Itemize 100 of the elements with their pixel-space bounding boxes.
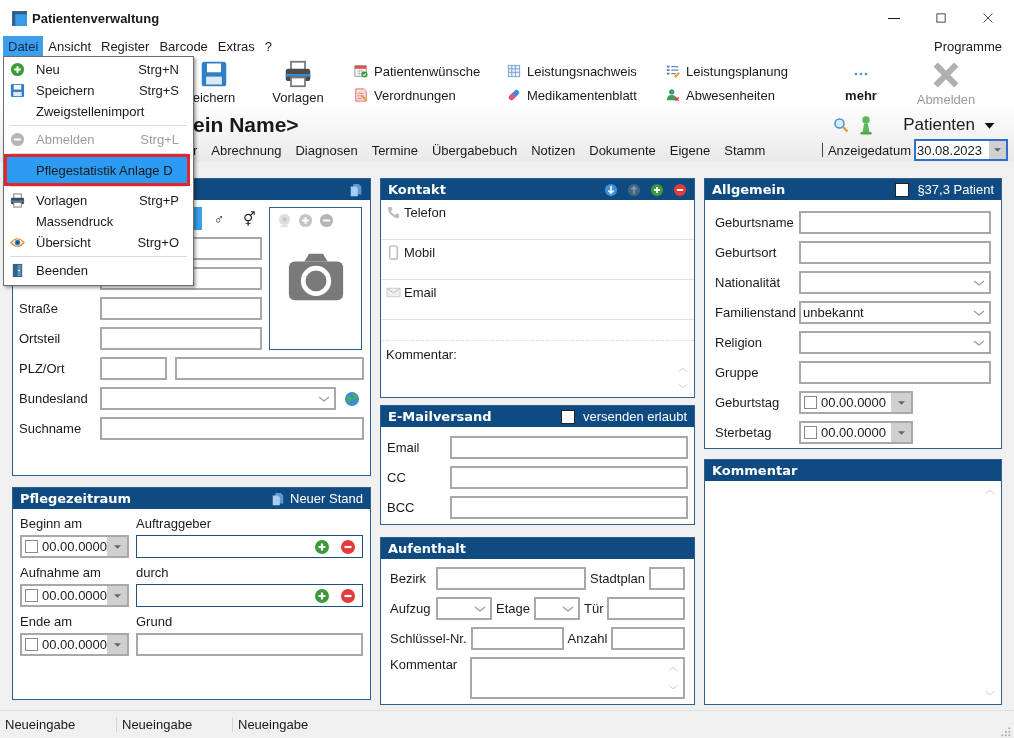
dropdown-button[interactable]	[107, 635, 127, 654]
dropdown-field[interactable]	[799, 331, 991, 354]
menu-item[interactable]: Zweigstellenimport	[4, 101, 193, 122]
text-field[interactable]	[100, 297, 262, 320]
text-field[interactable]	[100, 417, 364, 440]
tab[interactable]: Notizen	[524, 140, 583, 160]
dropdown-button[interactable]	[107, 537, 127, 556]
module-dropdown[interactable]: Patienten	[903, 115, 996, 135]
checkbox[interactable]	[804, 426, 817, 439]
checkbox[interactable]	[560, 409, 575, 424]
menu-item[interactable]: Datei	[3, 36, 44, 56]
toolbar-link[interactable]: Abwesenheiten	[666, 83, 836, 107]
menu-item[interactable]: Extras	[212, 36, 260, 56]
globe-icon[interactable]	[344, 390, 360, 407]
text-field[interactable]	[607, 597, 685, 620]
dropdown-button[interactable]	[891, 423, 911, 442]
dropdown-button[interactable]	[989, 141, 1006, 159]
text-field[interactable]	[799, 361, 991, 384]
remove-icon[interactable]	[340, 538, 356, 555]
field-label: Nationalität	[715, 275, 782, 290]
dropdown-field[interactable]: unbekannt	[799, 301, 991, 324]
text-field[interactable]	[649, 567, 685, 590]
field-label: Geburtsort	[715, 245, 778, 260]
date-field[interactable]: 00.00.0000	[20, 633, 129, 656]
date-field[interactable]: 00.00.0000	[799, 391, 913, 414]
search-icon[interactable]	[833, 117, 850, 133]
toolbar-link[interactable]: Verordnungen	[354, 83, 507, 107]
menu-item[interactable]: Übersicht Strg+O	[4, 232, 193, 253]
lookup-field[interactable]	[136, 535, 363, 558]
dropdown-field[interactable]	[534, 597, 580, 620]
remove-icon[interactable]	[340, 587, 356, 604]
envelope-icon	[386, 285, 401, 300]
tab[interactable]: Übergabebuch	[424, 140, 525, 160]
toolbar-link[interactable]: Leistungsplanung	[666, 59, 836, 83]
text-field[interactable]	[100, 327, 262, 350]
date-field[interactable]: 00.00.0000	[20, 535, 129, 558]
menu-item[interactable]: Barcode	[154, 36, 213, 56]
dropdown-field[interactable]	[799, 271, 991, 294]
date-field[interactable]: 00.00.0000	[20, 584, 129, 607]
checkbox[interactable]	[25, 540, 38, 553]
list-icon	[666, 64, 680, 78]
menu-item[interactable]: Massendruck	[4, 211, 193, 232]
checkbox[interactable]	[25, 589, 38, 602]
text-field[interactable]	[611, 627, 685, 650]
text-field[interactable]	[470, 627, 564, 650]
programs-menu[interactable]: Programme	[934, 38, 1002, 54]
toolbar-button[interactable]: Vorlagen	[268, 56, 328, 112]
text-field[interactable]	[436, 567, 587, 590]
toolbar-link[interactable]: Patientenwünsche	[354, 59, 507, 83]
field-label: Schlüssel-Nr.	[390, 631, 467, 646]
lookup-field[interactable]	[136, 584, 363, 607]
dropdown-field[interactable]	[100, 387, 336, 410]
date-field[interactable]: 30.08.2023	[914, 139, 1008, 161]
field-label: Aufnahme am	[20, 565, 102, 581]
text-field[interactable]	[450, 466, 688, 489]
gender-button[interactable]: ♂	[206, 207, 232, 230]
field-label: Email	[387, 440, 421, 455]
checkbox[interactable]	[25, 638, 38, 651]
gender-button[interactable]: ⚥	[236, 207, 262, 230]
app-icon	[11, 9, 28, 27]
text-field[interactable]	[450, 496, 688, 519]
text-field[interactable]	[450, 436, 688, 459]
menu-item[interactable]: Beenden	[4, 260, 193, 281]
menu-item[interactable]: Speichern Strg+S	[4, 80, 193, 101]
copy-icon[interactable]	[349, 182, 363, 197]
text-field[interactable]	[136, 633, 363, 656]
menu-item[interactable]: Pflegestatistik Anlage D	[7, 157, 187, 183]
checkbox[interactable]	[895, 182, 910, 197]
text-area[interactable]	[470, 657, 685, 699]
toolbar-link[interactable]: Leistungsnachweis	[507, 59, 666, 83]
text-field[interactable]	[100, 357, 167, 380]
text-field[interactable]	[799, 211, 991, 234]
text-field[interactable]	[175, 357, 364, 380]
dropdown-field[interactable]	[436, 597, 492, 620]
menu-item[interactable]: Ansicht	[43, 36, 96, 56]
person-icon	[666, 88, 680, 102]
field-label: PLZ/Ort	[19, 361, 66, 376]
close-icon	[981, 12, 994, 24]
tab[interactable]: Abrechnung	[204, 140, 289, 160]
tab[interactable]: Eigene	[662, 140, 718, 160]
menu-item[interactable]: Vorlagen Strg+P	[4, 190, 193, 211]
new-version-button[interactable]: Neuer Stand	[271, 491, 363, 506]
tab[interactable]: Diagnosen	[288, 140, 365, 160]
dropdown-button[interactable]	[107, 586, 127, 605]
add-icon[interactable]	[650, 182, 664, 197]
more-button[interactable]: mehr	[836, 56, 886, 112]
toolbar-link[interactable]: Medikamentenblatt	[507, 83, 666, 107]
menu-item[interactable]: Register	[96, 36, 155, 56]
arrow-down-icon[interactable]	[604, 182, 618, 197]
dropdown-button[interactable]	[891, 393, 911, 412]
text-field[interactable]	[799, 241, 991, 264]
remove-icon[interactable]	[673, 182, 687, 197]
checkbox[interactable]	[804, 396, 817, 409]
tab[interactable]: Termine	[364, 140, 425, 160]
menu-item[interactable]: Neu Strg+N	[4, 59, 193, 80]
date-field[interactable]: 00.00.0000	[799, 421, 913, 444]
tab[interactable]: Stamm	[717, 140, 773, 160]
caret-icon	[897, 400, 905, 405]
menu-item[interactable]: ?	[259, 36, 277, 56]
tab[interactable]: Dokumente	[582, 140, 663, 160]
